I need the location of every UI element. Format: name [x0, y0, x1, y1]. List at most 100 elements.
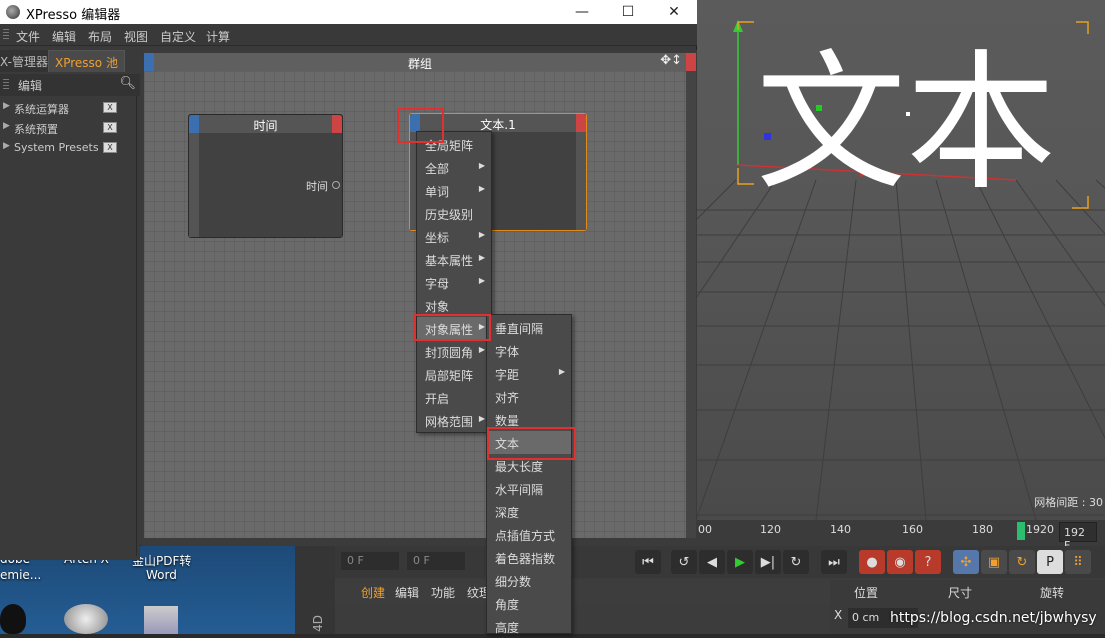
menu-file[interactable]: 文件: [16, 28, 40, 45]
submenu-item[interactable]: 角度: [487, 592, 571, 615]
node-output-port[interactable]: [576, 114, 586, 132]
menu-bar: 文件 编辑 布局 视图 自定义 计算: [0, 24, 697, 46]
record-icon[interactable]: ●: [859, 550, 885, 574]
expand-arrow-icon[interactable]: ▶: [3, 141, 10, 151]
search-icon[interactable]: 🔍︎: [119, 76, 136, 91]
group-output-port[interactable]: [686, 53, 696, 71]
loop-forward-icon[interactable]: ↻: [783, 550, 809, 574]
menu-view[interactable]: 视图: [124, 28, 148, 45]
submenu-item-label: 角度: [495, 598, 520, 612]
transport-bar: 0 F 0 F ⏮ ↺ ◀ ▶ ▶| ↻ ⏭ ● ◉ ? ✣ ▣ ↻ P ⠿: [335, 546, 1105, 578]
3d-viewport[interactable]: 文本 网格间距 : 30: [696, 0, 1105, 520]
x-label: X: [834, 608, 843, 622]
xpresso-editor-window: XPresso 编辑器 — ☐ ✕ 文件 编辑 布局 视图 自定义 计算 X-管…: [0, 0, 697, 560]
submenu-item[interactable]: 高度: [487, 615, 571, 638]
submenu-item[interactable]: 垂直间隔: [487, 316, 571, 339]
context-menu-item[interactable]: 封顶圆角 ▶: [417, 340, 491, 363]
qq-icon[interactable]: [0, 604, 26, 634]
node-output-port[interactable]: [332, 115, 342, 133]
desktop-label[interactable]: emie...: [0, 568, 41, 582]
timeline-tick: 1920: [1026, 523, 1054, 536]
grid-dots-icon[interactable]: ⠿: [1065, 550, 1091, 574]
menu-layout[interactable]: 布局: [88, 28, 112, 45]
frame-start-field[interactable]: 0 F: [341, 552, 399, 570]
timeline[interactable]: 00 120 140 160 180 1920 192 F: [696, 520, 1105, 552]
submenu-item[interactable]: 细分数: [487, 569, 571, 592]
maximize-button[interactable]: ☐: [605, 0, 651, 24]
context-menu-item[interactable]: 坐标 ▶: [417, 225, 491, 248]
group-header[interactable]: 群组 ✥↕: [144, 53, 696, 71]
context-menu-item[interactable]: 历史级别: [417, 202, 491, 225]
app-icon[interactable]: [64, 604, 108, 634]
word-file-icon[interactable]: [144, 606, 178, 634]
context-menu-item[interactable]: 局部矩阵: [417, 363, 491, 386]
context-menu-item[interactable]: 全部 ▶: [417, 156, 491, 179]
menu-calculate[interactable]: 计算: [206, 28, 230, 45]
output-port-dot[interactable]: [332, 181, 340, 189]
pool-edit-menu[interactable]: 编辑: [18, 77, 42, 94]
rotate-icon[interactable]: ↻: [1009, 550, 1035, 574]
current-frame-field[interactable]: 192 F: [1059, 522, 1097, 552]
param-icon[interactable]: P: [1037, 550, 1063, 574]
submenu-item[interactable]: 对齐: [487, 385, 571, 408]
tree-item-system-presets-cn[interactable]: ▶ 系统预置 X: [0, 118, 137, 138]
expand-arrow-icon[interactable]: ▶: [3, 121, 10, 131]
close-button[interactable]: ✕: [651, 0, 697, 24]
menu-edit[interactable]: 编辑: [52, 28, 76, 45]
menu-edit[interactable]: 编辑: [395, 584, 419, 601]
autokey-icon[interactable]: ◉: [887, 550, 913, 574]
submenu-item[interactable]: 点插值方式: [487, 523, 571, 546]
submenu-item[interactable]: 字体: [487, 339, 571, 362]
move-icon[interactable]: ✣: [953, 550, 979, 574]
expand-arrow-icon[interactable]: ▶: [3, 101, 10, 111]
frame-current-field[interactable]: 0 F: [407, 552, 465, 570]
tree-item-system-presets[interactable]: ▶ System Presets X: [0, 138, 137, 158]
grip-icon: [3, 29, 9, 41]
submenu-item[interactable]: 着色器指数: [487, 546, 571, 569]
scale-icon[interactable]: ▣: [981, 550, 1007, 574]
context-menu-item[interactable]: 字母 ▶: [417, 271, 491, 294]
watermark: https://blog.csdn.net/jbwhysy: [890, 610, 1097, 626]
context-menu-item[interactable]: 单词 ▶: [417, 179, 491, 202]
keyframe-help-icon[interactable]: ?: [915, 550, 941, 574]
goto-start-icon[interactable]: ⏮: [635, 550, 661, 574]
loop-icon[interactable]: ↺: [671, 550, 697, 574]
submenu-item-label: 着色器指数: [495, 552, 556, 566]
submenu-arrow-icon: ▶: [478, 184, 485, 193]
timeline-playhead[interactable]: [1017, 522, 1025, 540]
time-node[interactable]: 时间 时间: [188, 114, 343, 238]
play-icon[interactable]: ▶: [727, 550, 753, 574]
context-menu-item-label: 字母: [425, 277, 450, 291]
step-back-icon[interactable]: ◀: [699, 550, 725, 574]
tab-xpresso-pool[interactable]: XPresso 池: [48, 50, 125, 72]
desktop-label[interactable]: Word: [146, 568, 177, 582]
menu-create[interactable]: 创建: [361, 584, 385, 601]
submenu-item-label: 字距: [495, 368, 520, 382]
context-menu-item[interactable]: 基本属性 ▶: [417, 248, 491, 271]
tab-x-manager[interactable]: X-管理器: [0, 50, 54, 72]
pool-toolbar: 编辑 🔍︎: [0, 74, 140, 96]
window-titlebar[interactable]: XPresso 编辑器 — ☐ ✕: [0, 0, 697, 24]
node-title: 时间: [253, 119, 278, 133]
menu-custom[interactable]: 自定义: [160, 28, 196, 45]
submenu-item[interactable]: 字距 ▶: [487, 362, 571, 385]
menu-function[interactable]: 功能: [431, 584, 455, 601]
vertical-scrollbar[interactable]: [686, 71, 696, 538]
tree-item-label: 系统预置: [14, 123, 58, 136]
minimize-button[interactable]: —: [559, 0, 605, 24]
group-navigate-icon[interactable]: ✥↕: [660, 53, 682, 68]
desktop-label[interactable]: 金山PDF转: [132, 552, 191, 569]
tree-item-system-operators[interactable]: ▶ 系统运算器 X: [0, 98, 137, 118]
pool-tree: ▶ 系统运算器 X ▶ 系统预置 X ▶ System Presets X: [0, 96, 137, 556]
submenu-item[interactable]: 水平间隔: [487, 477, 571, 500]
port-context-menu: 全局矩阵 全部 ▶ 单词 ▶ 历史级别 坐标 ▶ 基本属性 ▶ 字母 ▶ 对象 对象属性 ▶ 封顶圆角 ▶ 局部矩…: [416, 131, 492, 433]
tree-item-label: System Presets: [14, 141, 99, 154]
object-properties-submenu: 垂直间隔 字体 字距 ▶ 对齐 数量 文本 最大长度 水平间隔 深度 点插值方式 着色器指数 细分数 角度…: [486, 314, 572, 635]
context-menu-item[interactable]: 开启: [417, 386, 491, 409]
size-header: 尺寸: [948, 586, 973, 600]
context-menu-item[interactable]: 网格范围 ▶: [417, 409, 491, 432]
context-menu-item-label: 坐标: [425, 231, 450, 245]
goto-end-icon[interactable]: ⏭: [821, 550, 847, 574]
step-forward-icon[interactable]: ▶|: [755, 550, 781, 574]
submenu-item[interactable]: 深度: [487, 500, 571, 523]
